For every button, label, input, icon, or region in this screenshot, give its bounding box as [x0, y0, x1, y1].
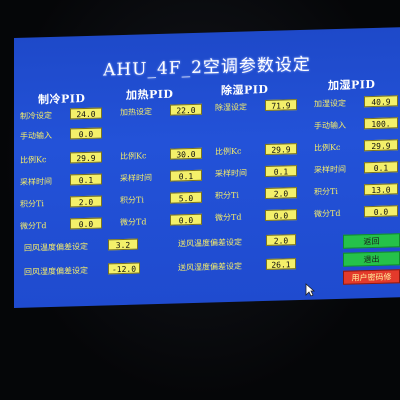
dehumid-td-field[interactable]: 0.0 [265, 209, 297, 221]
return-humid-offset-field[interactable]: -12.0 [108, 262, 140, 275]
dehumid-td-label: 微分Td [215, 212, 242, 223]
supply-temp-offset-label: 送风温度偏差设定 [178, 237, 242, 249]
heating-setpoint-label: 加热设定 [120, 107, 152, 118]
supply-humid-offset-label: 送风湿度偏差设定 [178, 261, 242, 273]
heating-sample-field[interactable]: 0.1 [170, 169, 202, 182]
heating-pid-header: 加热PID [126, 87, 174, 102]
humid-manual-field[interactable]: 100. [364, 117, 398, 130]
dehumid-sample-label: 采样时间 [215, 168, 247, 179]
cooling-setpoint-label: 制冷设定 [20, 110, 52, 121]
dehumid-kc-label: 比例Kc [215, 146, 242, 157]
hmi-screen: AHU_4F_2空调参数设定 制冷PID 加热PID 除湿PID 加湿PID 制… [14, 27, 400, 308]
humid-kc-label: 比例Kc [314, 142, 341, 153]
return-humid-offset-label: 回风湿度偏差设定 [24, 265, 88, 277]
cooling-td-field[interactable]: 0.0 [70, 217, 102, 230]
cooling-sample-field[interactable]: 0.1 [70, 173, 102, 186]
cooling-sample-label: 采样时间 [20, 176, 52, 187]
change-password-button[interactable]: 用户密码修 [343, 269, 400, 285]
supply-humid-offset-field[interactable]: 26.1 [266, 258, 296, 270]
humid-manual-label: 手动输入 [314, 120, 346, 131]
cooling-manual-field[interactable]: 0.0 [70, 127, 102, 140]
exit-button[interactable]: 退出 [343, 251, 400, 267]
humid-td-field[interactable]: 0.0 [364, 205, 398, 218]
dehumid-setpoint-field[interactable]: 71.9 [265, 99, 297, 111]
cooling-ti-label: 积分Ti [20, 199, 44, 209]
return-temp-offset-field[interactable]: 3.2 [108, 238, 138, 251]
cooling-setpoint-field[interactable]: 24.0 [70, 107, 102, 120]
heating-td-field[interactable]: 0.0 [170, 213, 202, 226]
humid-td-label: 微分Td [314, 208, 341, 219]
heating-sample-label: 采样时间 [120, 173, 152, 184]
humid-sample-field[interactable]: 0.1 [364, 161, 398, 174]
humid-setpoint-label: 加湿设定 [314, 98, 346, 109]
heating-setpoint-field[interactable]: 22.0 [170, 103, 202, 116]
humid-ti-label: 积分Ti [314, 186, 338, 197]
heating-ti-label: 积分Ti [120, 195, 144, 206]
dehumid-kc-field[interactable]: 29.9 [265, 143, 297, 155]
humid-ti-field[interactable]: 13.0 [364, 183, 398, 196]
dehumid-ti-label: 积分Ti [215, 190, 239, 201]
dehumid-setpoint-label: 除湿设定 [215, 102, 247, 113]
supply-temp-offset-field[interactable]: 2.0 [266, 234, 296, 246]
humid-setpoint-field[interactable]: 40.9 [364, 95, 398, 108]
cooling-kc-field[interactable]: 29.9 [70, 151, 102, 164]
cooling-td-label: 微分Td [20, 221, 47, 231]
heating-kc-field[interactable]: 30.0 [170, 147, 202, 160]
humid-sample-label: 采样时间 [314, 164, 346, 175]
mouse-pointer-icon [305, 283, 315, 297]
humid-kc-field[interactable]: 29.9 [364, 139, 398, 152]
heating-td-label: 微分Td [120, 217, 147, 228]
back-button[interactable]: 返回 [343, 233, 400, 249]
heating-ti-field[interactable]: 5.0 [170, 191, 202, 204]
dehumid-ti-field[interactable]: 2.0 [265, 187, 297, 199]
cooling-ti-field[interactable]: 2.0 [70, 195, 102, 208]
dehumid-pid-header: 除湿PID [221, 82, 269, 98]
humid-pid-header: 加湿PID [328, 77, 376, 93]
dehumid-sample-field[interactable]: 0.1 [265, 165, 297, 177]
return-temp-offset-label: 回风温度偏差设定 [24, 241, 88, 253]
cooling-pid-header: 制冷PID [38, 92, 86, 107]
cooling-manual-label: 手动输入 [20, 130, 52, 141]
heating-kc-label: 比例Kc [120, 151, 147, 162]
cooling-kc-label: 比例Kc [20, 155, 47, 165]
